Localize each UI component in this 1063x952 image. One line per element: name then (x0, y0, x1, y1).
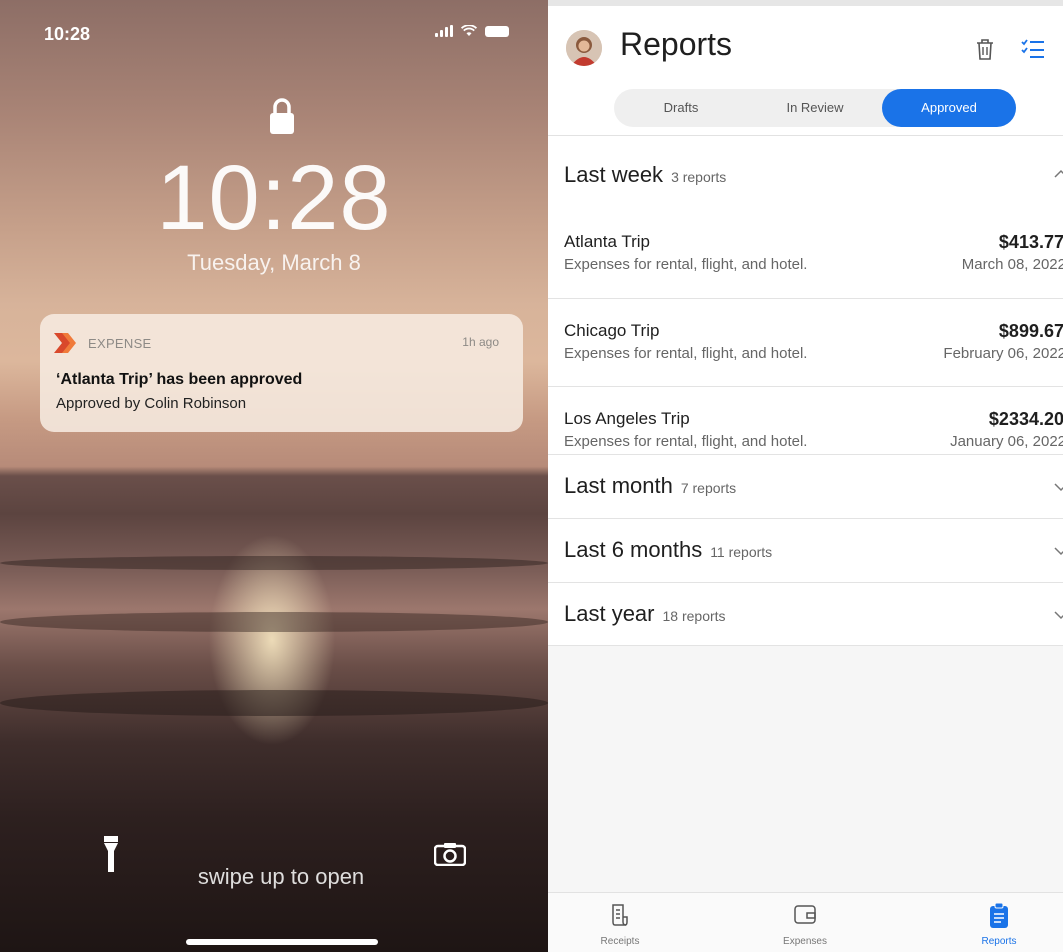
wifi-icon (461, 25, 477, 36)
notification-app: EXPENSE (52, 330, 152, 356)
water-band (0, 690, 548, 716)
chevron-up-icon[interactable] (1054, 169, 1063, 178)
tab-drafts[interactable]: Drafts (614, 89, 748, 127)
report-title: Chicago Trip (564, 321, 660, 340)
report-description: Expenses for rental, flight, and hotel. (564, 433, 808, 450)
battery-icon (485, 25, 509, 37)
report-title: Atlanta Trip (564, 232, 650, 251)
cellular-signal-icon (435, 25, 453, 37)
section-title: Last 6 months 11 reports (564, 537, 772, 563)
page-title: Reports (620, 26, 733, 62)
section-title: Last month 7 reports (564, 473, 736, 499)
reports-app: Reports Drafts In Review Approved Last w… (548, 0, 1063, 952)
report-description: Expenses for rental, flight, and hotel. (564, 345, 808, 362)
swipe-hint: swipe up to open (197, 864, 365, 889)
section-title: Last week 3 reports (564, 162, 726, 188)
report-amount: $413.77 (998, 232, 1063, 252)
water-band (0, 612, 548, 632)
notification-body: Approved by Colin Robinson (56, 395, 247, 412)
section-title-text: Last week (564, 162, 664, 187)
trash-icon[interactable] (975, 38, 995, 60)
section-title-text: Last year (564, 601, 655, 626)
section-title-text: Last 6 months (564, 537, 703, 562)
home-indicator[interactable] (186, 939, 378, 945)
receipt-icon (612, 904, 628, 926)
avatar-image (566, 30, 602, 66)
nav-reports-label: Reports (981, 936, 1017, 947)
status-icons (435, 25, 509, 37)
nav-reports[interactable]: Reports (939, 893, 1059, 952)
avatar[interactable] (566, 30, 602, 66)
report-row[interactable]: Chicago Trip Expenses for rental, flight… (548, 298, 1063, 386)
section-last-week: Last week 3 reports Atlanta Trip Expenses… (548, 136, 1063, 474)
lock-icon (270, 98, 294, 134)
status-time: 10:28 (44, 24, 91, 44)
report-amount: $899.67 (998, 321, 1063, 341)
report-date: February 06, 2022 (943, 345, 1063, 362)
nav-receipts[interactable]: Receipts (560, 893, 680, 952)
section-count: 11 reports (710, 544, 773, 560)
chevron-down-icon[interactable] (1054, 611, 1063, 620)
lock-date: Tuesday, March 8 (187, 250, 361, 275)
section-header[interactable]: Last week 3 reports (548, 136, 1063, 210)
chevron-down-icon[interactable] (1054, 547, 1063, 556)
report-row[interactable]: Atlanta Trip Expenses for rental, flight… (548, 210, 1063, 298)
camera-icon[interactable] (434, 842, 466, 866)
notification-title: ‘Atlanta Trip’ has been approved (56, 371, 303, 388)
report-amount: $2334.20 (988, 409, 1063, 429)
checklist-icon[interactable] (1021, 38, 1045, 60)
notification-time: 1h ago (462, 335, 499, 349)
status-segmented-control: Drafts In Review Approved (614, 89, 1016, 127)
report-description: Expenses for rental, flight, and hotel. (564, 256, 808, 273)
chevron-down-icon[interactable] (1054, 483, 1063, 492)
tab-approved[interactable]: Approved (882, 89, 1016, 127)
section-count: 7 reports (680, 480, 737, 496)
section-title-text: Last month (564, 473, 673, 498)
nav-receipts-label: Receipts (600, 936, 640, 947)
app-header: Reports Drafts In Review Approved (548, 0, 1063, 136)
lock-screen: 10:28 10:28 Tuesday, March 8 EXPENSE 1h … (0, 0, 548, 952)
expense-app-icon (54, 333, 76, 353)
report-date: March 08, 2022 (961, 256, 1063, 273)
section-last-month[interactable]: Last month 7 reports (548, 454, 1063, 518)
section-last-6-months[interactable]: Last 6 months 11 reports (548, 518, 1063, 582)
nav-expenses-label: Expenses (783, 936, 827, 947)
tab-in-review[interactable]: In Review (748, 89, 882, 127)
section-count: 18 reports (662, 608, 726, 624)
lock-clock: 10:28 (156, 147, 392, 249)
notification-card[interactable]: EXPENSE 1h ago ‘Atlanta Trip’ has been a… (40, 314, 523, 432)
nav-expenses[interactable]: Expenses (745, 893, 865, 952)
report-date: January 06, 2022 (950, 433, 1063, 450)
bottom-nav: Receipts Expenses Reports (548, 892, 1063, 952)
wallet-icon (794, 905, 816, 924)
clipboard-icon (990, 903, 1008, 928)
section-last-year[interactable]: Last year 18 reports (548, 582, 1063, 646)
water-band (0, 556, 548, 570)
section-title: Last year 18 reports (564, 601, 726, 627)
notification-app-name: EXPENSE (88, 335, 152, 351)
section-count: 3 reports (671, 169, 727, 185)
report-title: Los Angeles Trip (564, 409, 690, 428)
